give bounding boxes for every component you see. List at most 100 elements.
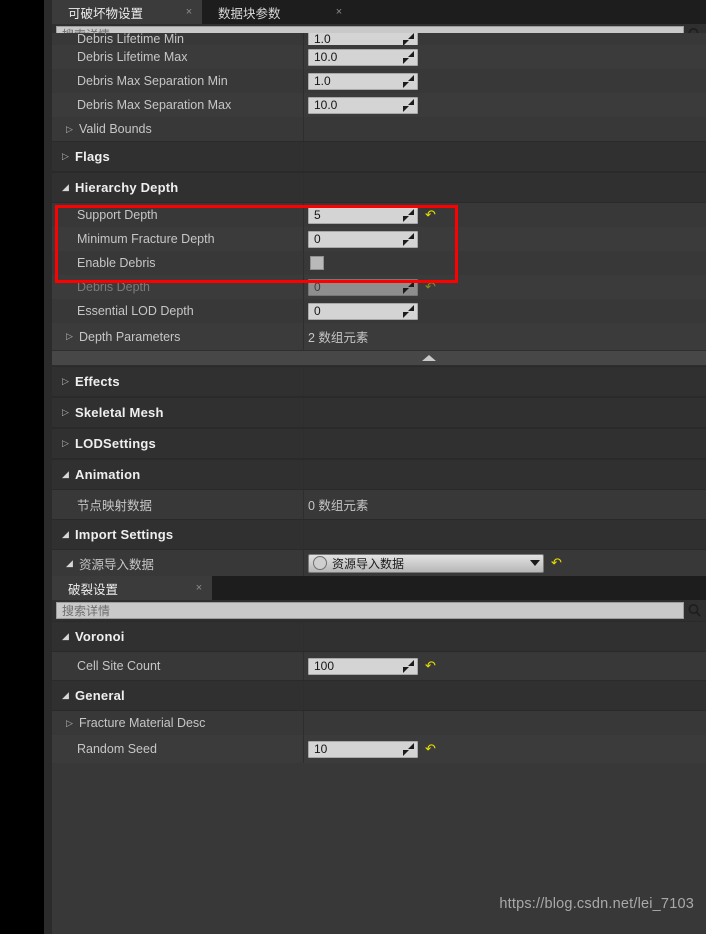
chevron-down-icon[interactable]: ◢ bbox=[66, 558, 77, 568]
number-input[interactable]: 10 bbox=[308, 740, 418, 758]
spinner-icon[interactable] bbox=[402, 208, 415, 222]
section-header-lodsettings[interactable]: ▷ LODSettings bbox=[52, 428, 706, 459]
section-header-general[interactable]: ◢ General bbox=[52, 680, 706, 711]
property-label-wrap: ▷ Fracture Material Desc bbox=[52, 711, 304, 735]
reset-to-default-icon[interactable]: ↶ bbox=[425, 209, 436, 222]
section-header-flags[interactable]: ▷ Flags bbox=[52, 141, 706, 172]
number-input[interactable]: 100 bbox=[308, 657, 418, 675]
property-row-debris-max-separation-min[interactable]: Debris Max Separation Min 1.0 bbox=[52, 69, 706, 93]
section-value bbox=[304, 460, 706, 489]
spinner-icon[interactable] bbox=[402, 659, 415, 673]
property-value: 10.0 bbox=[304, 45, 706, 69]
property-row-support-depth[interactable]: Support Depth 5 ↶ bbox=[52, 203, 706, 227]
tabbar-empty-area bbox=[352, 0, 706, 24]
tab-datablock-params[interactable]: 数据块参数 × bbox=[202, 0, 352, 24]
chevron-down-icon[interactable]: ◢ bbox=[62, 632, 73, 641]
tab-destructible-settings[interactable]: 可破坏物设置 × bbox=[52, 0, 202, 24]
close-icon[interactable]: × bbox=[182, 6, 196, 18]
spinner-icon[interactable] bbox=[402, 50, 415, 64]
number-input[interactable]: 0 bbox=[308, 278, 418, 296]
chevron-down-icon[interactable]: ◢ bbox=[62, 530, 73, 539]
reset-to-default-icon[interactable]: ↶ bbox=[551, 557, 562, 570]
chevron-right-icon[interactable]: ▷ bbox=[62, 408, 73, 417]
spinner-icon[interactable] bbox=[402, 74, 415, 88]
number-value: 0 bbox=[314, 232, 321, 246]
number-input[interactable]: 1.0 bbox=[308, 33, 418, 45]
spinner-icon[interactable] bbox=[402, 304, 415, 318]
spinner-icon[interactable] bbox=[402, 280, 415, 294]
tab-fracture-settings[interactable]: 破裂设置 × bbox=[52, 576, 212, 600]
property-label: Cell Site Count bbox=[52, 652, 304, 680]
close-icon[interactable]: × bbox=[192, 582, 206, 594]
number-input[interactable]: 10.0 bbox=[308, 48, 418, 66]
number-input[interactable]: 0 bbox=[308, 302, 418, 320]
chevron-right-icon[interactable]: ▷ bbox=[62, 439, 73, 448]
panel-splitter-handle[interactable] bbox=[52, 350, 706, 366]
property-row-debris-max-separation-max[interactable]: Debris Max Separation Max 10.0 bbox=[52, 93, 706, 117]
property-row-minimum-fracture-depth[interactable]: Minimum Fracture Depth 0 bbox=[52, 227, 706, 251]
property-value: 0 数组元素 bbox=[308, 499, 369, 513]
chevron-down-icon[interactable]: ◢ bbox=[62, 470, 73, 479]
section-label-wrap: ◢ Animation bbox=[52, 460, 304, 489]
property-label: Valid Bounds bbox=[79, 122, 152, 136]
collapse-up-icon[interactable] bbox=[422, 355, 436, 361]
section-label: Import Settings bbox=[75, 527, 174, 542]
property-label: 资源导入数据 bbox=[79, 557, 155, 572]
number-input[interactable]: 10.0 bbox=[308, 96, 418, 114]
property-label: Debris Lifetime Max bbox=[52, 45, 304, 69]
property-row-fracture-material-desc[interactable]: ▷ Fracture Material Desc bbox=[52, 711, 706, 735]
search-icon[interactable] bbox=[684, 603, 704, 618]
property-row-depth-parameters[interactable]: ▷ Depth Parameters 2 数组元素 bbox=[52, 323, 706, 350]
reset-to-default-icon[interactable]: ↶ bbox=[425, 743, 436, 756]
section-header-import-settings[interactable]: ◢ Import Settings bbox=[52, 519, 706, 550]
enable-debris-checkbox[interactable] bbox=[310, 256, 324, 270]
spinner-icon[interactable] bbox=[402, 33, 415, 45]
property-value: 0 bbox=[304, 227, 706, 251]
chevron-right-icon[interactable]: ▷ bbox=[66, 124, 77, 134]
property-row-debris-lifetime-min[interactable]: Debris Lifetime Min 1.0 bbox=[52, 33, 706, 45]
chevron-down-icon[interactable]: ◢ bbox=[62, 183, 73, 192]
spinner-icon[interactable] bbox=[402, 98, 415, 112]
search-input[interactable]: 搜索详情 bbox=[56, 602, 684, 619]
section-header-effects[interactable]: ▷ Effects bbox=[52, 366, 706, 397]
close-icon[interactable]: × bbox=[332, 6, 346, 18]
section-value bbox=[304, 398, 706, 427]
section-header-hierarchy-depth[interactable]: ◢ Hierarchy Depth bbox=[52, 172, 706, 203]
number-input[interactable]: 5 bbox=[308, 206, 418, 224]
tab-label: 可破坏物设置 bbox=[68, 6, 144, 21]
reset-to-default-icon[interactable]: ↶ bbox=[425, 281, 436, 294]
chevron-down-icon[interactable]: ◢ bbox=[62, 691, 73, 700]
number-input[interactable]: 1.0 bbox=[308, 72, 418, 90]
section-header-voronoi[interactable]: ◢ Voronoi bbox=[52, 621, 706, 652]
watermark-text: https://blog.csdn.net/lei_7103 bbox=[499, 896, 694, 912]
property-row-enable-debris[interactable]: Enable Debris bbox=[52, 251, 706, 275]
property-row-debris-lifetime-max[interactable]: Debris Lifetime Max 10.0 bbox=[52, 45, 706, 69]
section-label-wrap: ◢ Voronoi bbox=[52, 622, 304, 651]
property-label: 节点映射数据 bbox=[52, 490, 304, 519]
top-panel-tabbar: 可破坏物设置 × 数据块参数 × bbox=[52, 0, 706, 24]
section-header-animation[interactable]: ◢ Animation bbox=[52, 459, 706, 490]
property-value: 10 ↶ bbox=[304, 735, 706, 763]
chevron-down-icon[interactable] bbox=[530, 560, 540, 566]
property-row-essential-lod-depth[interactable]: Essential LOD Depth 0 bbox=[52, 299, 706, 323]
chevron-right-icon[interactable]: ▷ bbox=[66, 332, 77, 341]
chevron-right-icon[interactable]: ▷ bbox=[62, 152, 73, 161]
property-value bbox=[304, 711, 706, 735]
section-label-wrap: ▷ Flags bbox=[52, 142, 304, 171]
section-header-skeletal-mesh[interactable]: ▷ Skeletal Mesh bbox=[52, 397, 706, 428]
chevron-right-icon[interactable]: ▷ bbox=[62, 377, 73, 386]
property-row-cell-site-count[interactable]: Cell Site Count 100 ↶ bbox=[52, 652, 706, 680]
spinner-icon[interactable] bbox=[402, 232, 415, 246]
asset-import-data-dropdown[interactable]: 资源导入数据 bbox=[308, 553, 544, 573]
chevron-right-icon[interactable]: ▷ bbox=[66, 718, 77, 728]
property-row-asset-import-data[interactable]: ◢ 资源导入数据 资源导入数据 ↶ bbox=[52, 550, 706, 576]
property-row-debris-depth[interactable]: Debris Depth 0 ↶ bbox=[52, 275, 706, 299]
property-row-node-mapping-data[interactable]: 节点映射数据 0 数组元素 bbox=[52, 490, 706, 519]
property-label: Debris Lifetime Min bbox=[52, 33, 304, 45]
number-input[interactable]: 0 bbox=[308, 230, 418, 248]
spinner-icon[interactable] bbox=[402, 742, 415, 756]
property-value bbox=[304, 251, 706, 275]
property-row-random-seed[interactable]: Random Seed 10 ↶ bbox=[52, 735, 706, 763]
reset-to-default-icon[interactable]: ↶ bbox=[425, 660, 436, 673]
property-row-valid-bounds[interactable]: ▷ Valid Bounds bbox=[52, 117, 706, 141]
